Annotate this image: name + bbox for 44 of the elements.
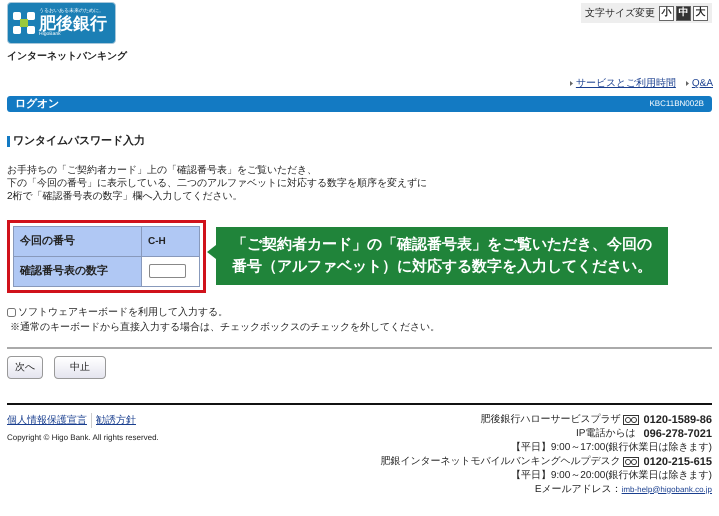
site-subtitle: インターネットバンキング [7,50,127,64]
callout-text: 「ご契約者カード」の「確認番号表」をご覧いただき、今回の [232,235,652,255]
font-size-button[interactable]: 小 [659,6,674,20]
screen-code: KBC11BN002B [649,98,704,110]
table-label-cell: 今回の番号 [14,226,142,256]
software-keyboard-label: ソフトウェアキーボードを利用して入力する。 [18,306,228,320]
form-button[interactable]: 中止 [54,356,106,378]
table-label-cell: 確認番号表の数字 [14,256,142,286]
table-value-cell: C-H [142,226,200,256]
software-keyboard-checkbox[interactable] [7,308,16,316]
section-marker [7,136,10,147]
logo-mark-icon [13,12,35,34]
top-link[interactable]: サービスとご利用時間 [576,76,676,91]
contact-label: 肥銀インターネットモバイルバンキングヘルプデスク [380,454,620,468]
logo-name: 肥後銀行 [39,15,107,32]
free-dial-icon [623,456,640,466]
phone-number: 096-278-7021 [643,426,712,440]
phone-number: 0120-215-615 [643,454,712,468]
font-size-button[interactable]: 中 [676,6,691,20]
form-button[interactable]: 次へ [7,356,43,378]
contact-label: IP電話からは [576,426,636,440]
callout-text: 番号（アルファベット）に対応する数字を入力してください。 [232,257,652,277]
business-hours: 【平日】9:00～17:00(銀行休業日は除きます) [510,440,712,454]
phone-number: 0120-1589-86 [643,412,712,426]
copyright: Copyright © Higo Bank. All rights reserved. [7,432,159,444]
instruction-text: 2桁で「確認番号表の数字」欄へ入力してください。 [7,190,244,202]
font-size-button[interactable]: 大 [693,6,708,20]
footer-link[interactable]: 個人情報保護宣言 [7,412,87,428]
header-title: ログオン [15,96,59,112]
font-size-label: 文字サイズ変更 [585,6,655,20]
checkbox-note: ※通常のキーボードから直接入力する場合は、チェックボックスのチェックを外してください。 [10,320,441,334]
email-link[interactable]: imb-help@higobank.co.jp [622,482,712,496]
section-title: ワンタイムパスワード入力 [13,134,145,149]
contact-label: Eメールアドレス： [534,482,622,496]
bullet-icon [570,81,573,86]
footer-link[interactable]: 勧誘方針 [91,412,136,428]
confirmation-number-input[interactable] [149,264,186,278]
bullet-icon [686,81,689,86]
free-dial-icon [623,414,640,424]
business-hours: 【平日】9:00～20:00(銀行休業日は除きます) [510,468,712,482]
contact-label: 肥後銀行ハローサービスプラザ [480,412,620,426]
instruction-text: 下の「今回の番号」に表示している、二つのアルファベットに対応する数字を順序を変えずに [7,176,428,190]
instruction-text: お手持ちの「ご契約者カード」上の「確認番号表」をご覧いただき、 [7,164,318,176]
top-link[interactable]: Q&A [692,76,713,91]
